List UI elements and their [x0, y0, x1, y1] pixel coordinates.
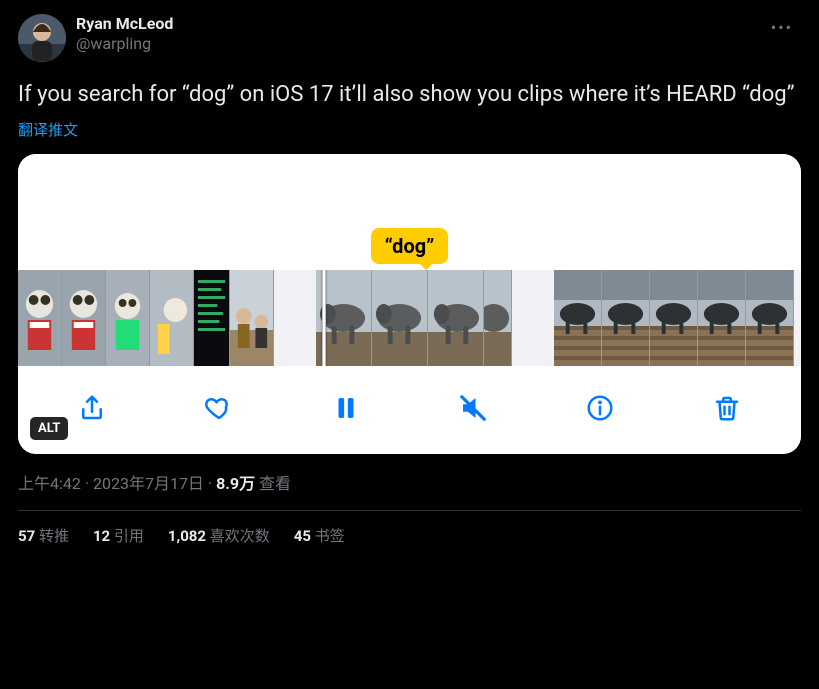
thumbnail [106, 270, 150, 366]
pause-icon [331, 393, 361, 423]
thumbnail [602, 270, 650, 366]
thumbnail [746, 270, 794, 366]
clip-group-2 [316, 270, 512, 366]
info-icon [585, 393, 615, 423]
thumbnail [62, 270, 106, 366]
tweet: Ryan McLeod @warpling ••• If you search … [0, 0, 819, 560]
alt-badge[interactable]: ALT [30, 417, 68, 440]
media-toolbar [18, 366, 801, 454]
heart-icon [204, 393, 234, 423]
more-icon: ••• [771, 18, 793, 37]
thumbnail [150, 270, 194, 366]
thumbnail [230, 270, 274, 366]
thumbnail [372, 270, 428, 366]
tweet-header: Ryan McLeod @warpling ••• [18, 14, 801, 62]
thumbnail [428, 270, 484, 366]
clip-group-3 [554, 270, 794, 366]
stats-row: 57 转推 12 引用 1,082 喜欢次数 45 书签 [18, 525, 801, 546]
share-icon [77, 393, 107, 423]
likes-stat[interactable]: 1,082 喜欢次数 [168, 525, 270, 546]
thumbnail [698, 270, 746, 366]
retweets-stat[interactable]: 57 转推 [18, 525, 69, 546]
views-count: 8.9万 [216, 474, 255, 493]
user-handle[interactable]: @warpling [76, 34, 173, 54]
display-name[interactable]: Ryan McLeod [76, 14, 173, 34]
share-button[interactable] [72, 388, 112, 428]
playhead[interactable] [322, 270, 326, 366]
info-button[interactable] [580, 388, 620, 428]
thumbnail [18, 270, 62, 366]
media-whitespace [18, 154, 801, 228]
tweet-meta: 上午4:42 · 2023年7月17日 · 8.9万 查看 [18, 470, 801, 494]
thumbnail [484, 270, 512, 366]
translate-link[interactable]: 翻译推文 [18, 119, 801, 140]
pause-button[interactable] [326, 388, 366, 428]
tweet-time[interactable]: 上午4:42 [18, 474, 81, 493]
tweet-date[interactable]: 2023年7月17日 [93, 474, 204, 493]
favorite-button[interactable] [199, 388, 239, 428]
bookmarks-stat[interactable]: 45 书签 [294, 525, 345, 546]
user-block: Ryan McLeod @warpling [76, 14, 173, 54]
tweet-text: If you search for “dog” on iOS 17 it’ll … [18, 80, 801, 109]
speaker-muted-icon [458, 393, 488, 423]
caption-bubble-row: “dog” [18, 228, 801, 264]
thumbnail [650, 270, 698, 366]
quotes-stat[interactable]: 12 引用 [93, 525, 144, 546]
mute-button[interactable] [453, 388, 493, 428]
divider [18, 510, 801, 511]
clip-group-1 [18, 270, 274, 366]
video-timeline[interactable] [18, 270, 801, 366]
delete-button[interactable] [707, 388, 747, 428]
avatar[interactable] [18, 14, 66, 62]
views-label: 查看 [255, 474, 291, 493]
trash-icon [712, 393, 742, 423]
media-card[interactable]: “dog” [18, 154, 801, 454]
caption-bubble: “dog” [371, 228, 449, 264]
thumbnail [554, 270, 602, 366]
more-button[interactable]: ••• [763, 14, 801, 41]
thumbnail [194, 270, 230, 366]
